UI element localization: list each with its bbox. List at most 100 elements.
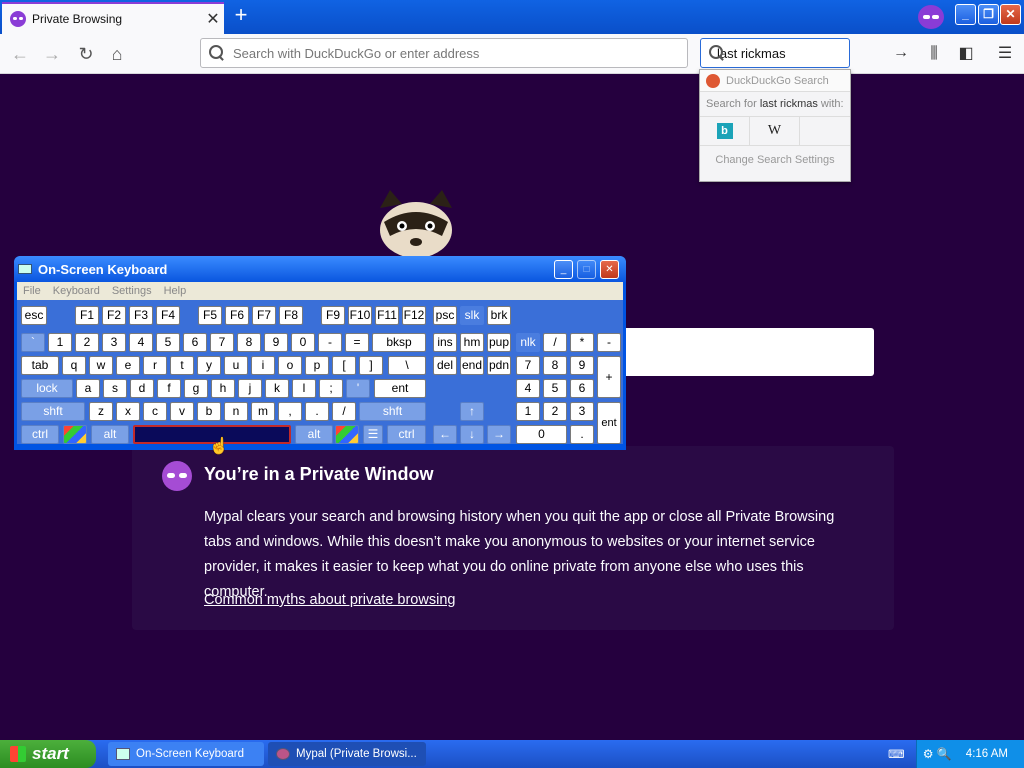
key-f1[interactable]: F1 xyxy=(75,306,99,325)
key-left-windows-icon[interactable] xyxy=(63,425,87,444)
minimize-button[interactable]: _ xyxy=(955,4,976,25)
menu-help[interactable]: Help xyxy=(164,285,187,297)
tray-status-icons[interactable]: ⚙ 🔍 xyxy=(923,747,952,761)
new-tab-button[interactable]: + xyxy=(230,4,252,28)
key-f3[interactable]: F3 xyxy=(129,306,153,325)
key-num-enter[interactable]: ent xyxy=(597,402,621,444)
key-f[interactable]: f xyxy=(157,379,181,398)
tab-close-icon[interactable]: ✕ xyxy=(202,9,224,29)
osk-title-bar[interactable]: On-Screen Keyboard xyxy=(14,256,626,282)
key-left-bracket[interactable]: [ xyxy=(332,356,356,375)
key-enter[interactable]: ent xyxy=(374,379,426,398)
tab-private-browsing[interactable]: Private Browsing ✕ xyxy=(2,2,224,34)
key-f8[interactable]: F8 xyxy=(279,306,303,325)
key-w[interactable]: w xyxy=(89,356,113,375)
key-slk[interactable]: slk xyxy=(460,306,484,325)
library-icon[interactable]: ⫼ xyxy=(922,42,946,66)
key-5[interactable]: 5 xyxy=(156,333,180,352)
home-button[interactable]: ⌂ xyxy=(105,42,129,66)
key-2[interactable]: 2 xyxy=(75,333,99,352)
key-pgup[interactable]: pup xyxy=(487,333,511,352)
key-f2[interactable]: F2 xyxy=(102,306,126,325)
key-v[interactable]: v xyxy=(170,402,194,421)
key-minus[interactable]: - xyxy=(318,333,342,352)
key-num-6[interactable]: 6 xyxy=(570,379,594,398)
start-button[interactable]: start xyxy=(0,740,96,768)
taskbar-item-osk[interactable]: On-Screen Keyboard xyxy=(108,742,264,766)
key-f9[interactable]: F9 xyxy=(321,306,345,325)
keyboard-tray-icon[interactable]: ⌨ xyxy=(882,742,910,766)
key-num-decimal[interactable]: . xyxy=(570,425,594,444)
key-s[interactable]: s xyxy=(103,379,127,398)
change-search-settings[interactable]: Change Search Settings xyxy=(700,146,850,166)
key-ins[interactable]: ins xyxy=(433,333,457,352)
key-up-arrow[interactable]: ↑ xyxy=(460,402,484,421)
key-7[interactable]: 7 xyxy=(210,333,234,352)
key-left-shift[interactable]: shft xyxy=(21,402,85,421)
key-d[interactable]: d xyxy=(130,379,154,398)
key-4[interactable]: 4 xyxy=(129,333,153,352)
address-bar[interactable] xyxy=(200,38,688,68)
key-slash[interactable]: / xyxy=(332,402,356,421)
key-right-arrow[interactable]: → xyxy=(487,425,511,444)
key-f6[interactable]: F6 xyxy=(225,306,249,325)
osk-maximize-button[interactable]: □ xyxy=(577,260,596,279)
key-brk[interactable]: brk xyxy=(487,306,511,325)
key-psc[interactable]: psc xyxy=(433,306,457,325)
search-go-arrow-icon[interactable]: → xyxy=(893,44,909,62)
osk-close-button[interactable]: ✕ xyxy=(600,260,619,279)
menu-icon[interactable]: ☰ xyxy=(993,42,1017,66)
key-m[interactable]: m xyxy=(251,402,275,421)
key-0[interactable]: 0 xyxy=(291,333,315,352)
key-num-2[interactable]: 2 xyxy=(543,402,567,421)
key-quote[interactable]: ' xyxy=(346,379,370,398)
key-6[interactable]: 6 xyxy=(183,333,207,352)
osk-minimize-button[interactable]: _ xyxy=(554,260,573,279)
key-l[interactable]: l xyxy=(292,379,316,398)
key-num-0[interactable]: 0 xyxy=(516,425,567,444)
search-bar[interactable]: → xyxy=(700,38,909,68)
key-z[interactable]: z xyxy=(89,402,113,421)
key-f7[interactable]: F7 xyxy=(252,306,276,325)
key-num-1[interactable]: 1 xyxy=(516,402,540,421)
key-e[interactable]: e xyxy=(116,356,140,375)
key-9[interactable]: 9 xyxy=(264,333,288,352)
search-engine-header[interactable]: DuckDuckGo Search xyxy=(700,70,850,92)
key-f4[interactable]: F4 xyxy=(156,306,180,325)
key-num-9[interactable]: 9 xyxy=(570,356,594,375)
key-right-ctrl[interactable]: ctrl xyxy=(387,425,426,444)
menu-file[interactable]: File xyxy=(23,285,41,297)
key-grave[interactable]: ` xyxy=(21,333,45,352)
key-period[interactable]: . xyxy=(305,402,329,421)
sidebar-icon[interactable]: ◧ xyxy=(954,42,978,66)
key-num-7[interactable]: 7 xyxy=(516,356,540,375)
key-g[interactable]: g xyxy=(184,379,208,398)
key-8[interactable]: 8 xyxy=(237,333,261,352)
key-c[interactable]: c xyxy=(143,402,167,421)
key-y[interactable]: y xyxy=(197,356,221,375)
key-num-3[interactable]: 3 xyxy=(570,402,594,421)
key-r[interactable]: r xyxy=(143,356,167,375)
key-f5[interactable]: F5 xyxy=(198,306,222,325)
key-f10[interactable]: F10 xyxy=(348,306,372,325)
key-esc[interactable]: esc xyxy=(21,306,47,325)
url-input[interactable] xyxy=(233,45,687,61)
key-semicolon[interactable]: ; xyxy=(319,379,343,398)
key-i[interactable]: i xyxy=(251,356,275,375)
key-capslock[interactable]: lock xyxy=(21,379,73,398)
key-comma[interactable]: , xyxy=(278,402,302,421)
key-x[interactable]: x xyxy=(116,402,140,421)
key-u[interactable]: u xyxy=(224,356,248,375)
taskbar-item-mypal[interactable]: Mypal (Private Browsi... xyxy=(268,742,426,766)
key-num-divide[interactable]: / xyxy=(543,333,567,352)
key-right-alt[interactable]: alt xyxy=(295,425,333,444)
reload-button[interactable]: ↻ xyxy=(74,42,98,66)
key-backslash[interactable]: \ xyxy=(388,356,426,375)
private-browsing-myths-link[interactable]: Common myths about private browsing xyxy=(204,592,455,608)
menu-keyboard[interactable]: Keyboard xyxy=(53,285,100,297)
key-num-multiply[interactable]: * xyxy=(570,333,594,352)
key-j[interactable]: j xyxy=(238,379,262,398)
key-tab[interactable]: tab xyxy=(21,356,59,375)
wikipedia-engine-button[interactable]: W xyxy=(750,117,800,145)
key-p[interactable]: p xyxy=(305,356,329,375)
